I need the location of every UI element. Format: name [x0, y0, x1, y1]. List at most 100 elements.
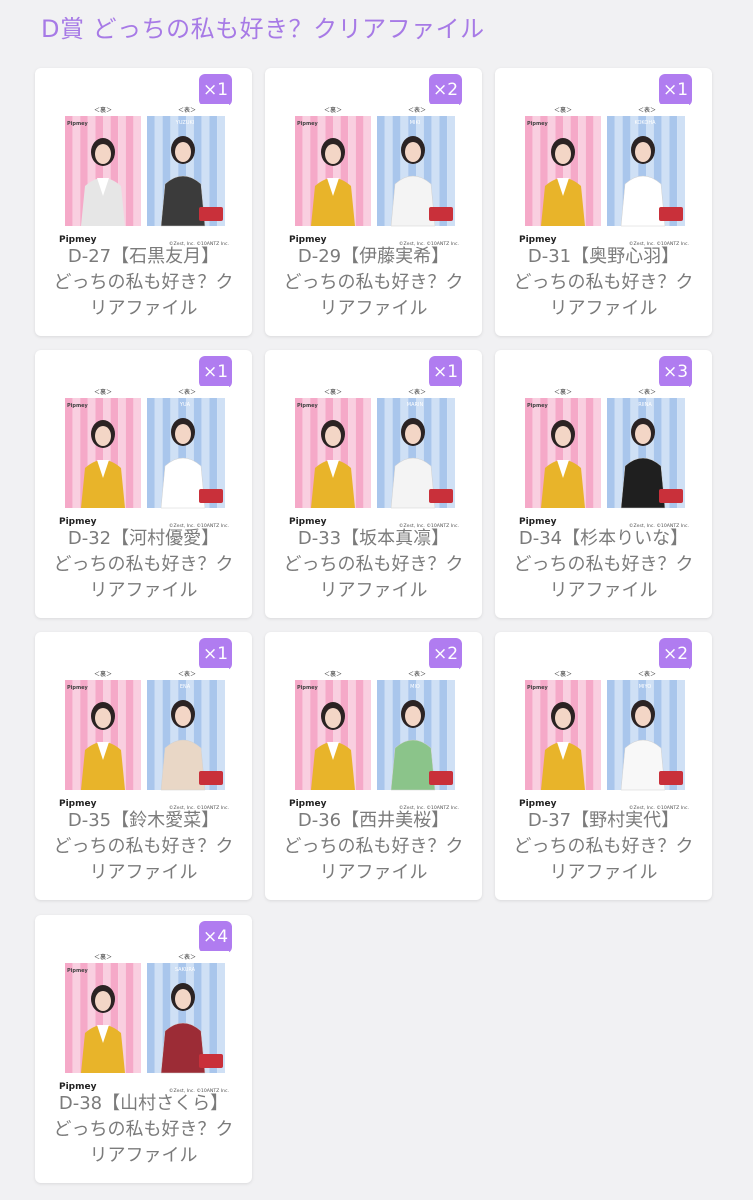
clear-file-image[interactable]: ＜裏＞ ＜表＞Pipmey MIYOPipmey ©Zest, Inc. ©10ANT…: [519, 668, 689, 814]
logo-badge: [659, 489, 683, 503]
product-name-line: リアファイル: [549, 862, 658, 883]
product-name-line: どっちの私も好き？ク: [513, 836, 694, 857]
back-label: ＜裏＞: [324, 388, 342, 396]
product-card[interactable]: ×3 ＜裏＞ ＜表＞ Pipmey RIINA Pipmey ©Zest, Inc. ©10…: [495, 350, 712, 618]
product-card[interactable]: ×4 ＜裏＞ ＜表＞ Pipmey SAKURA Pipmey ©Zest, Inc. ©1…: [35, 915, 252, 1183]
name-tag: MARIN: [407, 402, 424, 408]
product-caption[interactable]: D-36【西井美桜】 どっちの私も好き？ク リアファイル: [275, 808, 472, 886]
back-label: ＜裏＞: [94, 106, 112, 114]
clear-file-image[interactable]: ＜裏＞ ＜表＞Pipmey MARINPipmey ©Zest, Inc. ©10AN…: [289, 386, 459, 532]
product-code: D-34【杉本りいな】: [518, 528, 689, 549]
product-caption[interactable]: D-34【杉本りいな】 どっちの私も好き？ク リアファイル: [505, 526, 702, 604]
product-card[interactable]: ×1 ＜裏＞ ＜表＞ Pipmey YUA Pipmey ©Zest, Inc. ©10AN…: [35, 350, 252, 618]
clear-file-image[interactable]: ＜裏＞ ＜表＞Pipmey RIINAPipmey ©Zest, Inc. ©10AN…: [519, 386, 689, 532]
product-caption[interactable]: D-31【奥野心羽】 どっちの私も好き？ク リアファイル: [505, 244, 702, 322]
product-name-line: リアファイル: [319, 298, 428, 319]
product-card[interactable]: ×1 ＜裏＞ ＜表＞ Pipmey KOKOHA Pipmey ©Zest, Inc. ©1…: [495, 68, 712, 336]
front-label: ＜表＞: [408, 106, 426, 114]
product-name-line: リアファイル: [89, 862, 198, 883]
svg-text:Pipmey: Pipmey: [67, 685, 89, 691]
quantity-badge: ×3: [659, 356, 692, 388]
product-name-line: リアファイル: [319, 580, 428, 601]
product-name-line: どっちの私も好き？ク: [283, 554, 464, 575]
product-name-line: どっちの私も好き？ク: [283, 272, 464, 293]
product-code: D-29【伊藤実希】: [297, 246, 450, 267]
name-tag: YUZUKI: [175, 120, 194, 126]
logo-badge: [429, 771, 453, 785]
product-caption[interactable]: D-38【山村さくら】 どっちの私も好き？ク リアファイル: [45, 1091, 242, 1169]
clear-file-image[interactable]: ＜裏＞ ＜表＞Pipmey KOKOHAPipmey ©Zest, Inc. ©10A…: [519, 104, 689, 250]
quantity-badge: ×1: [199, 638, 232, 670]
clear-file-image[interactable]: ＜裏＞ ＜表＞Pipmey SAKURAPipmey ©Zest, Inc. ©10A…: [59, 951, 229, 1097]
back-label: ＜裏＞: [554, 670, 572, 678]
product-caption[interactable]: D-37【野村実代】 どっちの私も好き？ク リアファイル: [505, 808, 702, 886]
clear-file-image[interactable]: ＜裏＞ ＜表＞Pipmey YUZUKIPipmey ©Zest, Inc. ©10A…: [59, 104, 229, 250]
product-caption[interactable]: D-32【河村優愛】 どっちの私も好き？ク リアファイル: [45, 526, 242, 604]
clear-file-image[interactable]: ＜裏＞ ＜表＞Pipmey MIOPipmey ©Zest, Inc. ©10ANTZ…: [289, 668, 459, 814]
product-name-line: リアファイル: [89, 298, 198, 319]
logo-badge: [199, 1054, 223, 1068]
product-name-line: リアファイル: [549, 580, 658, 601]
product-card[interactable]: ×1 ＜裏＞ ＜表＞ Pipmey YUZUKI Pipmey ©Zest, Inc. ©1…: [35, 68, 252, 336]
logo-badge: [199, 771, 223, 785]
name-tag: RIINA: [638, 402, 652, 408]
svg-text:Pipmey: Pipmey: [527, 403, 549, 409]
product-card[interactable]: ×2 ＜裏＞ ＜表＞ Pipmey MIKI Pipmey ©Zest, Inc. ©10A…: [265, 68, 482, 336]
logo-badge: [429, 207, 453, 221]
clear-file-image[interactable]: ＜裏＞ ＜表＞Pipmey YUAPipmey ©Zest, Inc. ©10ANTZ…: [59, 386, 229, 532]
page-title: D賞 どっちの私も好き？クリアファイル: [41, 15, 485, 43]
quantity-badge: ×1: [199, 74, 232, 106]
product-name-line: リアファイル: [319, 862, 428, 883]
logo-badge: [659, 207, 683, 221]
product-name-line: どっちの私も好き？ク: [283, 836, 464, 857]
product-card[interactable]: ×1 ＜裏＞ ＜表＞ Pipmey MARIN Pipmey ©Zest, Inc. ©10…: [265, 350, 482, 618]
product-name-line: リアファイル: [89, 580, 198, 601]
svg-text:Pipmey: Pipmey: [297, 403, 319, 409]
logo-badge: [199, 207, 223, 221]
product-caption[interactable]: D-27【石黒友月】 どっちの私も好き？ク リアファイル: [45, 244, 242, 322]
product-name-line: どっちの私も好き？ク: [513, 554, 694, 575]
logo-badge: [429, 489, 453, 503]
front-label: ＜表＞: [178, 953, 196, 961]
name-tag: ENA: [180, 684, 191, 690]
name-tag: MIYO: [639, 684, 652, 690]
clear-file-image[interactable]: ＜裏＞ ＜表＞Pipmey ENAPipmey ©Zest, Inc. ©10ANTZ…: [59, 668, 229, 814]
svg-text:Pipmey: Pipmey: [67, 121, 89, 127]
product-card[interactable]: ×1 ＜裏＞ ＜表＞ Pipmey ENA Pipmey ©Zest, Inc. ©10AN…: [35, 632, 252, 900]
product-caption[interactable]: D-29【伊藤実希】 どっちの私も好き？ク リアファイル: [275, 244, 472, 322]
back-label: ＜裏＞: [554, 388, 572, 396]
product-name-line: どっちの私も好き？ク: [53, 272, 234, 293]
back-label: ＜裏＞: [94, 388, 112, 396]
front-label: ＜表＞: [408, 670, 426, 678]
back-label: ＜裏＞: [554, 106, 572, 114]
svg-text:Pipmey: Pipmey: [297, 685, 319, 691]
svg-text:Pipmey: Pipmey: [527, 685, 549, 691]
product-name-line: どっちの私も好き？ク: [53, 554, 234, 575]
product-name-line: リアファイル: [549, 298, 658, 319]
back-label: ＜裏＞: [324, 670, 342, 678]
quantity-badge: ×2: [659, 638, 692, 670]
name-tag: MIO: [410, 684, 420, 690]
quantity-badge: ×2: [429, 74, 462, 106]
svg-text:Pipmey: Pipmey: [527, 121, 549, 127]
front-label: ＜表＞: [178, 670, 196, 678]
product-code: D-38【山村さくら】: [58, 1093, 229, 1114]
product-card[interactable]: ×2 ＜裏＞ ＜表＞ Pipmey MIYO Pipmey ©Zest, Inc. ©10A…: [495, 632, 712, 900]
product-caption[interactable]: D-35【鈴木愛菜】 どっちの私も好き？ク リアファイル: [45, 808, 242, 886]
front-label: ＜表＞: [178, 388, 196, 396]
product-card[interactable]: ×2 ＜裏＞ ＜表＞ Pipmey MIO Pipmey ©Zest, Inc. ©10AN…: [265, 632, 482, 900]
logo-badge: [659, 771, 683, 785]
name-tag: MIKI: [410, 120, 421, 126]
quantity-badge: ×4: [199, 921, 232, 953]
back-label: ＜裏＞: [94, 953, 112, 961]
name-tag: YUA: [179, 402, 191, 408]
front-label: ＜表＞: [638, 670, 656, 678]
product-code: D-33【坂本真凛】: [297, 528, 450, 549]
quantity-badge: ×1: [659, 74, 692, 106]
name-tag: SAKURA: [175, 967, 196, 973]
product-code: D-36【西井美桜】: [297, 810, 450, 831]
svg-text:Pipmey: Pipmey: [297, 121, 319, 127]
clear-file-image[interactable]: ＜裏＞ ＜表＞Pipmey MIKIPipmey ©Zest, Inc. ©10ANT…: [289, 104, 459, 250]
back-label: ＜裏＞: [324, 106, 342, 114]
product-caption[interactable]: D-33【坂本真凛】 どっちの私も好き？ク リアファイル: [275, 526, 472, 604]
